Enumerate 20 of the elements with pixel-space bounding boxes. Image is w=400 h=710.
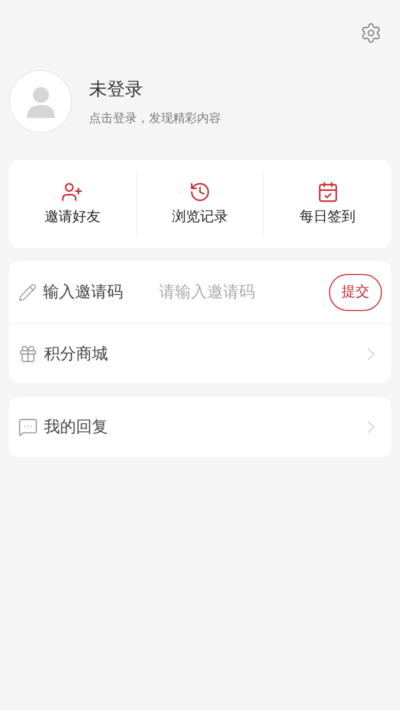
submit-button[interactable]: 提交	[329, 274, 382, 310]
menu-item-label: 积分商城	[44, 342, 109, 364]
gift-icon	[18, 344, 38, 364]
calendar-check-icon	[316, 180, 339, 202]
shortcut-button[interactable]: 每日签到	[263, 172, 392, 236]
login-status[interactable]: 未登录	[89, 76, 221, 103]
login-hint: 点击登录，发现精彩内容	[89, 110, 221, 127]
menu-item[interactable]: 我的回复	[9, 397, 391, 457]
shortcut-button[interactable]: 邀请好友	[9, 172, 136, 236]
pencil-icon	[18, 282, 37, 302]
settings-icon[interactable]	[360, 22, 382, 44]
invite-code-field[interactable]: 请输入邀请码	[159, 280, 323, 304]
menu-item-label: 我的回复	[44, 416, 109, 438]
user-plus-icon	[61, 180, 84, 202]
invite-code-label: 输入邀请码	[43, 281, 124, 303]
clock-icon	[189, 180, 211, 202]
chat-icon	[18, 417, 38, 437]
menu-item[interactable]: 积分商城	[9, 323, 391, 383]
person-icon	[26, 86, 54, 118]
shortcut-button[interactable]: 浏览记录	[136, 172, 264, 236]
